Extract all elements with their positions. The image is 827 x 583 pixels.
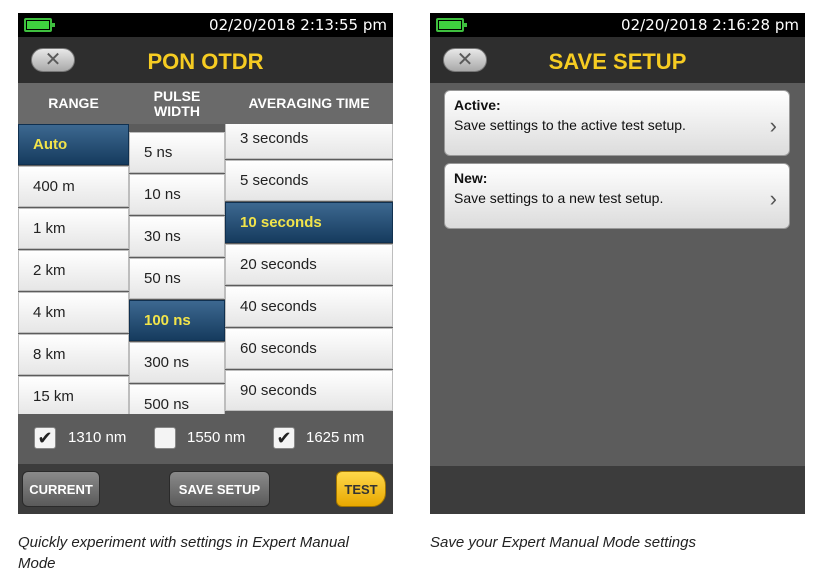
option-title: Active: xyxy=(454,97,501,113)
option-description: Save settings to the active test setup. xyxy=(454,117,686,133)
averaging-time-option[interactable]: 20 seconds xyxy=(225,244,393,285)
range-option[interactable]: 15 km xyxy=(18,376,129,414)
pulse-width-option[interactable]: 50 ns xyxy=(129,258,225,299)
test-button[interactable]: TEST xyxy=(336,471,386,507)
current-button[interactable]: CURRENT xyxy=(22,471,100,507)
title-bar: ✕ SAVE SETUP xyxy=(430,37,805,83)
battery-icon xyxy=(436,18,467,32)
checkmark-icon: ✔ xyxy=(37,428,53,448)
range-header-label: RANGE xyxy=(48,95,99,111)
chevron-right-icon: › xyxy=(769,113,777,138)
pulse-width-option[interactable]: 100 ns xyxy=(129,300,225,341)
averaging-time-header: AVERAGING TIME xyxy=(225,83,393,124)
save-setup-button[interactable]: SAVE SETUP xyxy=(169,471,270,507)
averaging-time-option[interactable]: 90 seconds xyxy=(225,370,393,411)
option-title: New: xyxy=(454,170,488,186)
page-title: SAVE SETUP xyxy=(548,49,687,74)
pulse-width-option[interactable]: 30 ns xyxy=(129,216,225,257)
wavelength-row: ✔ 1310 nm 1550 nm ✔ 1625 nm xyxy=(18,414,393,464)
save-active-option[interactable]: Active: Save settings to the active test… xyxy=(444,90,790,156)
pulse-width-list[interactable]: 5 ns 10 ns 30 ns 50 ns 100 ns 300 ns 500 ns xyxy=(129,124,225,414)
save-setup-screen: 02/20/2018 2:16:28 pm ✕ SAVE SETUP Activ… xyxy=(430,13,805,514)
range-option[interactable]: 8 km xyxy=(18,334,129,375)
averaging-time-option[interactable]: 60 seconds xyxy=(225,328,393,369)
caption-right: Save your Expert Manual Mode settings xyxy=(430,534,696,551)
averaging-time-option[interactable]: 3 seconds xyxy=(225,124,393,159)
pulse-width-option[interactable]: 500 ns xyxy=(129,384,225,414)
range-option[interactable]: 400 m xyxy=(18,166,129,207)
checkbox-1550-label: 1550 nm xyxy=(187,429,246,446)
averaging-time-option[interactable]: 5 seconds xyxy=(225,160,393,201)
option-description: Save settings to a new test setup. xyxy=(454,190,664,206)
averaging-time-list[interactable]: 3 seconds 5 seconds 10 seconds 20 seconds 40… xyxy=(225,124,393,414)
caption-left: Quickly experiment with settings in Expe… xyxy=(18,534,349,572)
range-option[interactable]: 4 km xyxy=(18,292,129,333)
pulse-width-option[interactable]: 300 ns xyxy=(129,342,225,383)
averaging-time-option[interactable]: 40 seconds xyxy=(225,286,393,327)
datetime: 02/20/2018 2:13:55 pm xyxy=(209,16,387,34)
pulse-width-header: PULSE WIDTH xyxy=(129,83,225,124)
battery-icon xyxy=(24,18,55,32)
title-bar: ✕ PON OTDR xyxy=(18,37,393,83)
checkbox-1550[interactable] xyxy=(154,427,176,449)
page-title: PON OTDR xyxy=(147,49,264,74)
chevron-right-icon: › xyxy=(769,186,777,211)
pon-otdr-screen: 02/20/2018 2:13:55 pm ✕ PON OTDR RANGE P… xyxy=(18,13,393,514)
checkbox-1625-label: 1625 nm xyxy=(306,429,365,446)
bottom-toolbar xyxy=(430,466,805,514)
range-option[interactable]: Auto xyxy=(18,124,129,165)
checkbox-1310-label: 1310 nm xyxy=(68,429,127,446)
pulse-width-option[interactable]: 10 ns xyxy=(129,174,225,215)
checkbox-1310[interactable]: ✔ xyxy=(34,427,56,449)
save-new-option[interactable]: New: Save settings to a new test setup. … xyxy=(444,163,790,229)
range-option[interactable]: 2 km xyxy=(18,250,129,291)
range-list[interactable]: Auto 400 m1 km 2 km 4 km 8 km 15 km xyxy=(18,124,129,414)
averaging-time-option[interactable]: 10 seconds xyxy=(225,202,393,243)
range-header: RANGE xyxy=(18,83,129,124)
checkbox-1625[interactable]: ✔ xyxy=(273,427,295,449)
pulse-width-header-label: PULSE WIDTH xyxy=(153,87,201,119)
status-bar: 02/20/2018 2:16:28 pm xyxy=(430,13,805,37)
pulse-width-option[interactable]: 5 ns xyxy=(129,132,225,173)
bottom-toolbar: CURRENT SAVE SETUP TEST xyxy=(18,464,393,514)
checkmark-icon: ✔ xyxy=(276,428,292,448)
range-option[interactable]: 1 km xyxy=(18,208,129,249)
status-bar: 02/20/2018 2:13:55 pm xyxy=(18,13,393,37)
datetime: 02/20/2018 2:16:28 pm xyxy=(621,16,799,34)
averaging-time-header-label: AVERAGING TIME xyxy=(248,95,370,111)
